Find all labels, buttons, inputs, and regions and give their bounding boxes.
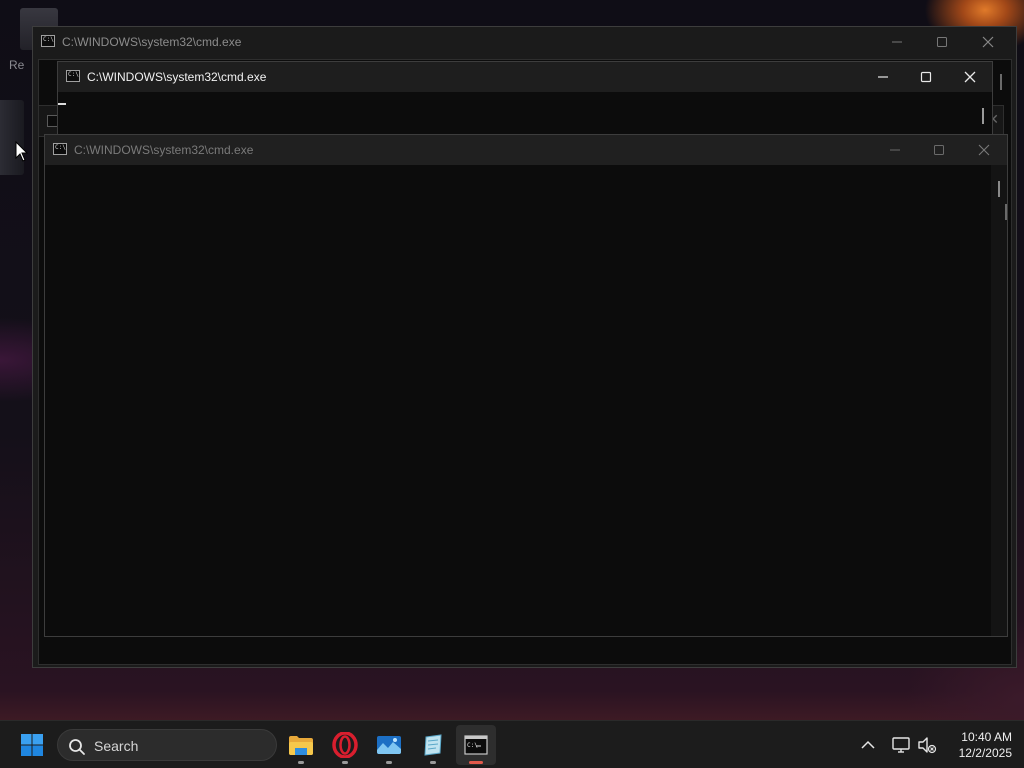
notepad-icon: [424, 734, 442, 756]
cmd-icon: C:\: [464, 735, 488, 755]
running-indicator: [342, 761, 348, 764]
text-cursor: [58, 103, 66, 105]
start-button[interactable]: [14, 729, 50, 761]
maximize-icon: [920, 71, 932, 83]
search-placeholder: Search: [94, 738, 139, 754]
window-title: C:\WINDOWS\system32\cmd.exe: [87, 70, 267, 84]
cmd-icon: C:\: [41, 35, 55, 47]
minimize-icon: [890, 149, 900, 151]
minimize-button[interactable]: [873, 135, 917, 165]
chevron-up-icon: [861, 740, 875, 749]
maximize-icon: [937, 37, 947, 47]
cmd-icon: C:\: [66, 70, 80, 82]
windows-logo-icon: [21, 734, 43, 756]
running-indicator: [386, 761, 392, 764]
system-clock[interactable]: 10:40 AM 12/2/2025: [942, 729, 1012, 761]
cmd-window-front[interactable]: C:\ C:\WINDOWS\system32\cmd.exe: [44, 134, 1008, 637]
scrollbar-track[interactable]: [991, 165, 1007, 636]
scrollbar-thumb[interactable]: [998, 181, 1000, 197]
opera-icon: [332, 732, 358, 758]
running-indicator: [430, 761, 436, 764]
photos-icon: [377, 736, 401, 754]
show-hidden-icons-button[interactable]: [858, 735, 878, 755]
active-indicator: [469, 761, 483, 764]
minimize-button[interactable]: [861, 62, 905, 92]
close-button[interactable]: [966, 27, 1010, 57]
running-indicator: [298, 761, 304, 764]
mouse-pointer-icon: [15, 141, 29, 162]
close-button[interactable]: [948, 62, 992, 92]
background-window-edge: [0, 100, 24, 175]
taskbar-app-notepad[interactable]: [413, 725, 453, 765]
window-title: C:\WINDOWS\system32\cmd.exe: [74, 143, 254, 157]
taskbar-app-opera[interactable]: [325, 725, 365, 765]
clock-time: 10:40 AM: [961, 730, 1012, 744]
volume-muted-icon[interactable]: [916, 734, 938, 756]
taskbar-app-photos[interactable]: [369, 725, 409, 765]
maximize-button[interactable]: [920, 27, 964, 57]
close-icon: [982, 36, 994, 48]
window-title: C:\WINDOWS\system32\cmd.exe: [62, 35, 242, 49]
taskbar-app-file-explorer[interactable]: [281, 725, 321, 765]
cmd-icon: C:\: [53, 143, 67, 155]
scrollbar-thumb[interactable]: [982, 108, 984, 124]
maximize-button[interactable]: [904, 62, 948, 92]
scrollbar-thumb[interactable]: [1005, 204, 1007, 220]
scrollbar-thumb[interactable]: [1000, 74, 1002, 90]
minimize-icon: [878, 76, 888, 78]
window-titlebar[interactable]: C:\ C:\WINDOWS\system32\cmd.exe: [45, 135, 1007, 165]
close-icon: [978, 144, 990, 156]
maximize-button[interactable]: [917, 135, 961, 165]
minimize-icon: [892, 41, 902, 43]
clock-date: 12/2/2025: [958, 746, 1012, 760]
minimize-button[interactable]: [875, 27, 919, 57]
taskbar: Search C:\ 10:40 AM 12/2/2025: [0, 720, 1024, 768]
desktop-icon-label: Re: [9, 58, 25, 72]
network-icon[interactable]: [890, 734, 912, 756]
maximize-icon: [934, 145, 944, 155]
cmd-window-focused[interactable]: C:\ C:\WINDOWS\system32\cmd.exe: [57, 61, 993, 141]
window-titlebar[interactable]: C:\ C:\WINDOWS\system32\cmd.exe: [33, 27, 1016, 57]
folder-icon: [289, 736, 313, 755]
taskbar-search-box[interactable]: Search: [57, 729, 277, 761]
taskbar-app-command-prompt[interactable]: C:\: [456, 725, 496, 765]
window-titlebar[interactable]: C:\ C:\WINDOWS\system32\cmd.exe: [58, 62, 992, 92]
search-icon: [69, 739, 85, 755]
close-icon: [964, 71, 976, 83]
close-button[interactable]: [962, 135, 1006, 165]
